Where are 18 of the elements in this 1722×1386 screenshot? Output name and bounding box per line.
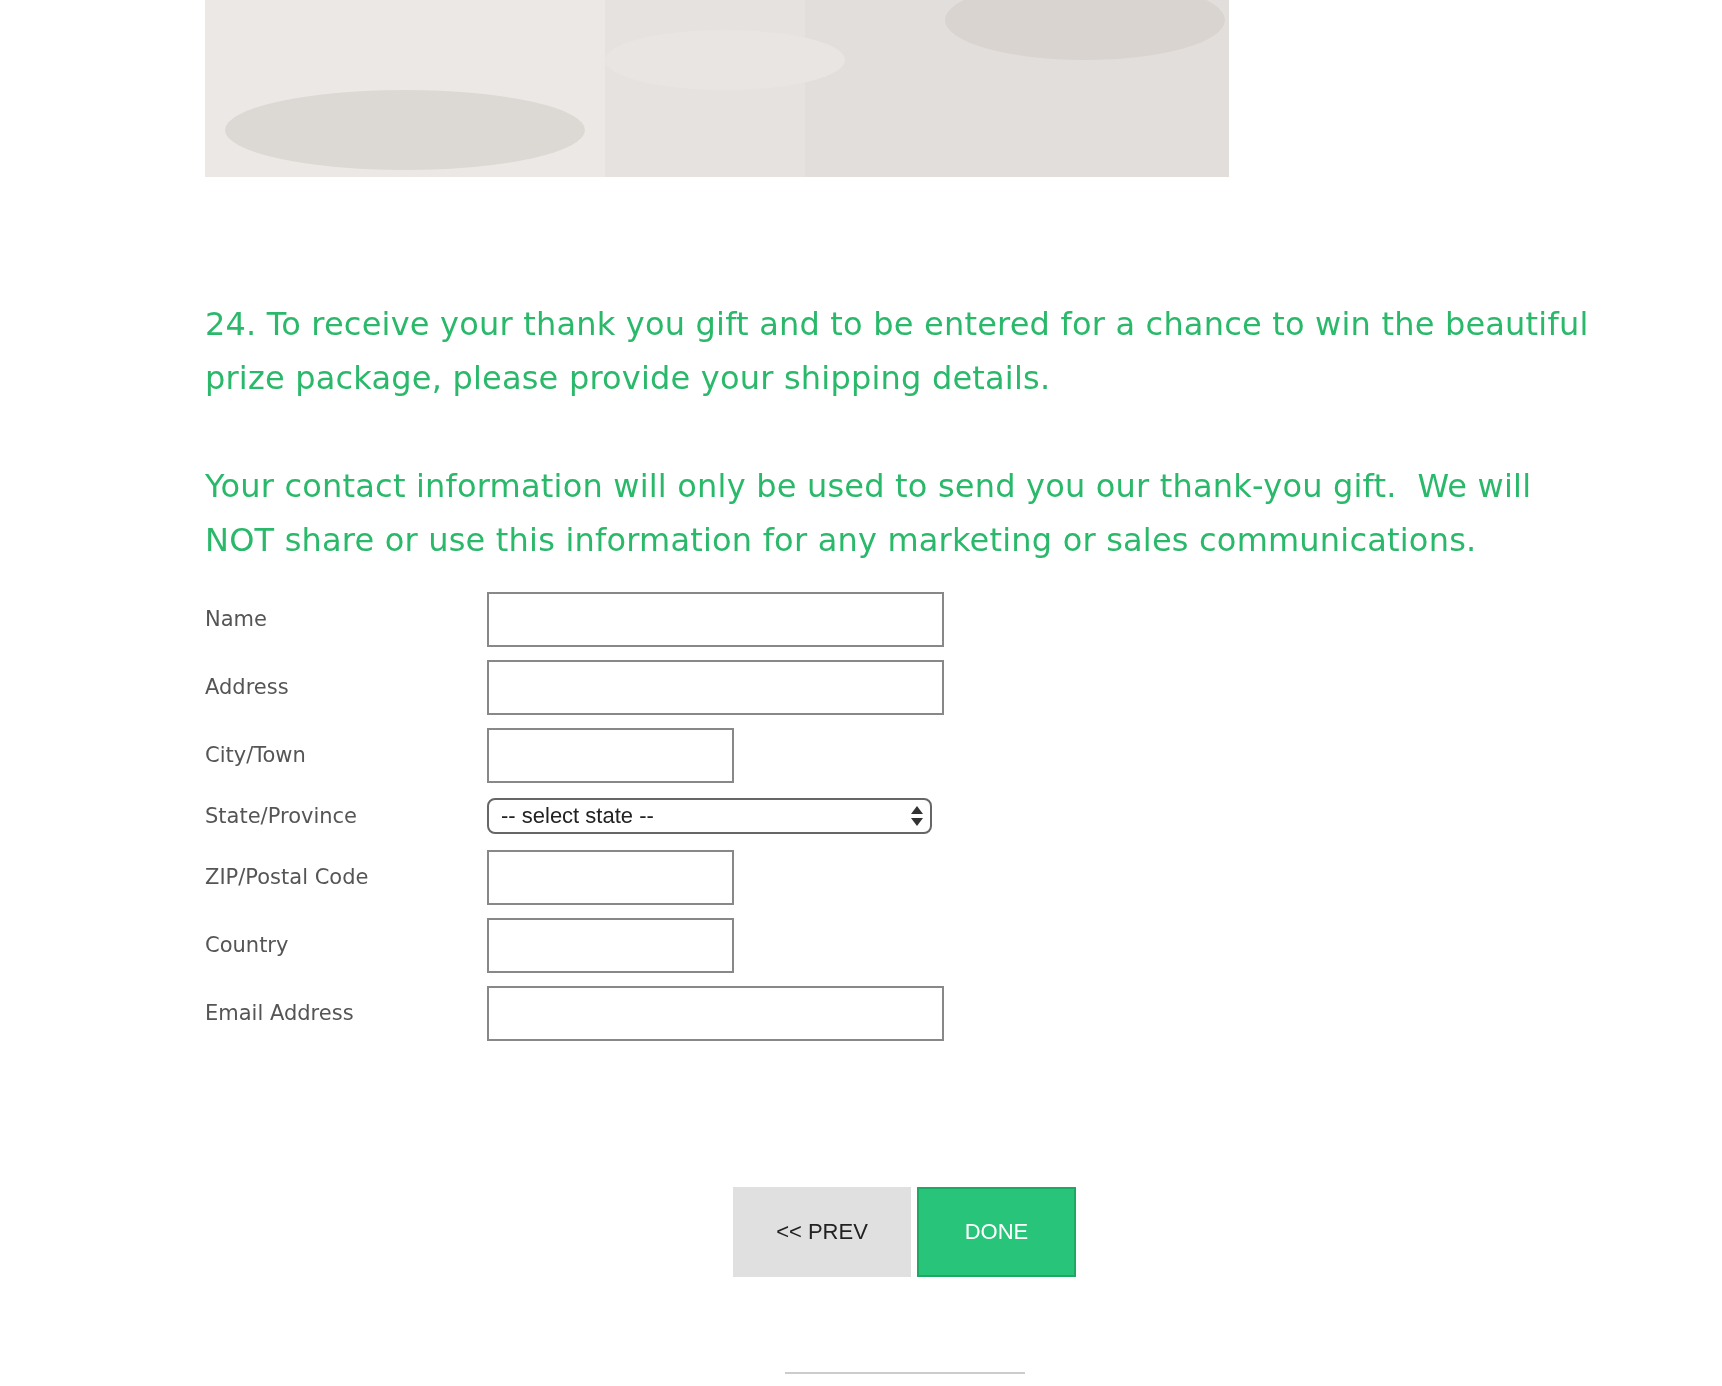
input-field[interactable] bbox=[487, 985, 944, 1041]
input-field[interactable] bbox=[487, 849, 734, 905]
privacy-notice: Your contact information will only be used to send you our thank-you gift. We will NOT share or use this information for any marketing or sales communications. bbox=[205, 466, 1533, 561]
field-label: Country bbox=[205, 933, 290, 957]
input-field[interactable] bbox=[487, 917, 734, 973]
updown-arrows-icon bbox=[910, 804, 924, 828]
input-field[interactable] bbox=[487, 591, 944, 647]
prev-button[interactable]: << PREV bbox=[733, 1187, 911, 1277]
field-label: ZIP/Postal Code bbox=[205, 865, 370, 889]
field-label: State/Province bbox=[205, 804, 358, 828]
field-label: Address bbox=[205, 675, 290, 699]
question-text: 24. To receive your thank you gift and to be entered for a chance to win the beautiful prize package, please provide your shipping details. bbox=[205, 304, 1590, 399]
field-label: Name bbox=[205, 607, 268, 631]
field-label: City/Town bbox=[205, 743, 307, 767]
field-label: Email Address bbox=[205, 1001, 355, 1025]
state-select[interactable]: -- select state -- bbox=[487, 798, 932, 834]
input-field[interactable] bbox=[487, 727, 734, 783]
input-field[interactable] bbox=[487, 659, 944, 715]
